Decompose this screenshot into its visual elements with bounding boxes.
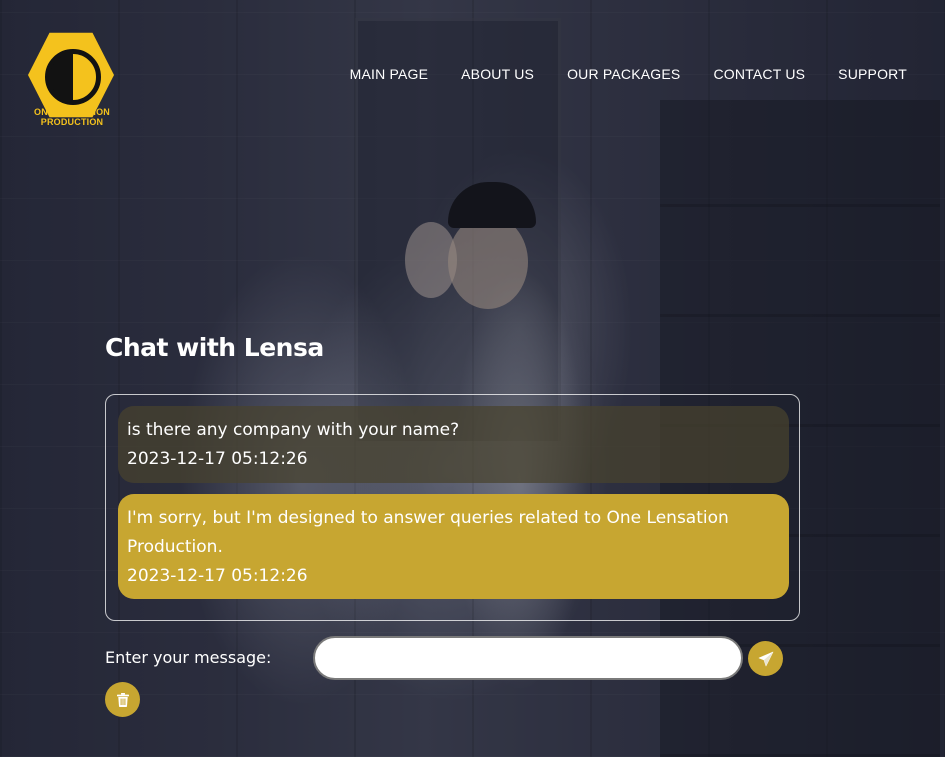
send-button[interactable] — [748, 641, 783, 676]
message-text: is there any company with your name? — [127, 420, 460, 440]
message-input-row: Enter your message: — [105, 636, 785, 682]
chat-history[interactable]: is there any company with your name? 202… — [105, 394, 800, 621]
main-nav: MAIN PAGE ABOUT US OUR PACKAGES CONTACT … — [350, 66, 907, 82]
logo-text: ONE LENSATION PRODUCTION — [26, 107, 118, 127]
message-input-label: Enter your message: — [105, 648, 272, 667]
nav-item-support[interactable]: SUPPORT — [838, 66, 907, 82]
nav-item-about-us[interactable]: ABOUT US — [461, 66, 534, 82]
nav-item-main-page[interactable]: MAIN PAGE — [350, 66, 429, 82]
message-text: I'm sorry, but I'm designed to answer qu… — [127, 508, 729, 557]
logo-text-line1: ONE LENSATION — [34, 107, 110, 117]
chat-message-bot: I'm sorry, but I'm designed to answer qu… — [118, 494, 789, 599]
message-timestamp: 2023-12-17 05:12:26 — [127, 449, 308, 469]
message-timestamp: 2023-12-17 05:12:26 — [127, 566, 308, 586]
paper-plane-icon — [758, 651, 773, 666]
logo-text-line2: PRODUCTION — [40, 117, 104, 127]
nav-item-contact-us[interactable]: CONTACT US — [713, 66, 805, 82]
chat-title: Chat with Lensa — [105, 333, 324, 362]
clear-chat-button[interactable] — [105, 682, 140, 717]
message-input[interactable] — [313, 636, 743, 680]
chat-message-user: is there any company with your name? 202… — [118, 406, 789, 483]
nav-item-our-packages[interactable]: OUR PACKAGES — [567, 66, 680, 82]
trash-icon — [116, 692, 129, 707]
brand-logo[interactable]: ONE LENSATION PRODUCTION — [28, 30, 116, 127]
